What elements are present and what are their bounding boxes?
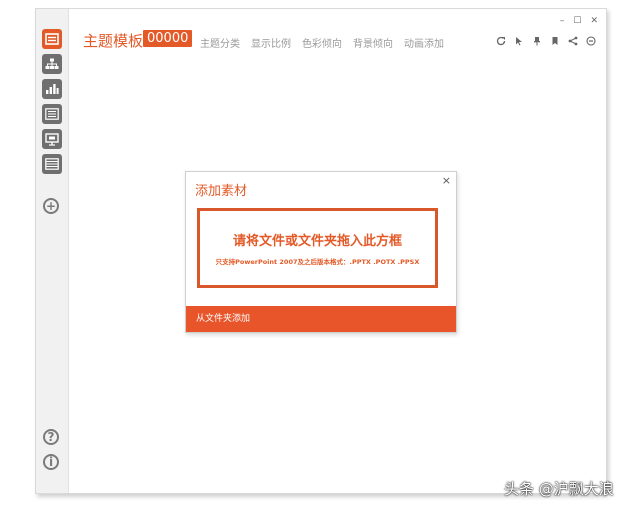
chart-icon[interactable]	[42, 79, 62, 99]
drop-instruction: 请将文件或文件夹拖入此方框	[232, 234, 402, 249]
dialog-close-button[interactable]: ×	[442, 174, 451, 187]
table-icon[interactable]	[42, 154, 62, 174]
help-symbol: ?	[47, 430, 55, 444]
pin-icon[interactable]	[532, 36, 542, 46]
list-icon[interactable]	[42, 104, 62, 124]
supported-formats-note: 只支持PowerPoint 2007及之后版本格式：.PPTX .POTX .P…	[215, 258, 420, 266]
tab-background-tendency[interactable]: 背景倾向	[353, 35, 393, 50]
refresh-icon[interactable]	[496, 36, 506, 46]
presentation-icon[interactable]	[42, 129, 62, 149]
tab-animation-add[interactable]: 动画添加	[404, 35, 444, 50]
add-circle-icon[interactable]: +	[43, 198, 59, 214]
tab-color-tendency[interactable]: 色彩倾向	[302, 35, 342, 50]
dialog-title: 添加素材	[195, 184, 248, 199]
template-count-badge: 00000	[143, 30, 193, 47]
template-icon[interactable]	[42, 29, 62, 49]
info-symbol: i	[48, 455, 54, 469]
add-symbol: +	[45, 199, 57, 213]
minimize-button[interactable]: –	[560, 16, 565, 26]
file-drop-zone[interactable]: 请将文件或文件夹拖入此方框 只支持PowerPoint 2007及之后版本格式：…	[197, 208, 438, 288]
maximize-button[interactable]: ☐	[573, 16, 581, 26]
bookmark-icon[interactable]	[550, 36, 560, 46]
minus-circle-icon[interactable]	[586, 36, 596, 46]
toolbar	[496, 36, 596, 46]
add-material-dialog: 添加素材 × 请将文件或文件夹拖入此方框 只支持PowerPoint 2007及…	[185, 171, 457, 333]
hierarchy-icon[interactable]	[42, 54, 62, 74]
app-title: 主题模板	[83, 32, 144, 50]
tab-display-ratio[interactable]: 显示比例	[251, 35, 291, 50]
close-button[interactable]: ✕	[590, 16, 598, 26]
watermark: 头条 @沪飘大浪	[504, 480, 614, 498]
sidebar: + ? i	[36, 9, 69, 493]
cursor-icon[interactable]	[514, 36, 524, 46]
tab-theme-category[interactable]: 主题分类	[200, 35, 240, 50]
add-from-folder-button[interactable]: 从文件夹添加	[186, 306, 456, 332]
info-circle-icon[interactable]: i	[43, 454, 59, 470]
window-controls: – ☐ ✕	[560, 16, 598, 26]
help-circle-icon[interactable]: ?	[43, 429, 59, 445]
share-icon[interactable]	[568, 36, 578, 46]
category-tabs: 主题分类 显示比例 色彩倾向 背景倾向 动画添加	[200, 35, 444, 50]
